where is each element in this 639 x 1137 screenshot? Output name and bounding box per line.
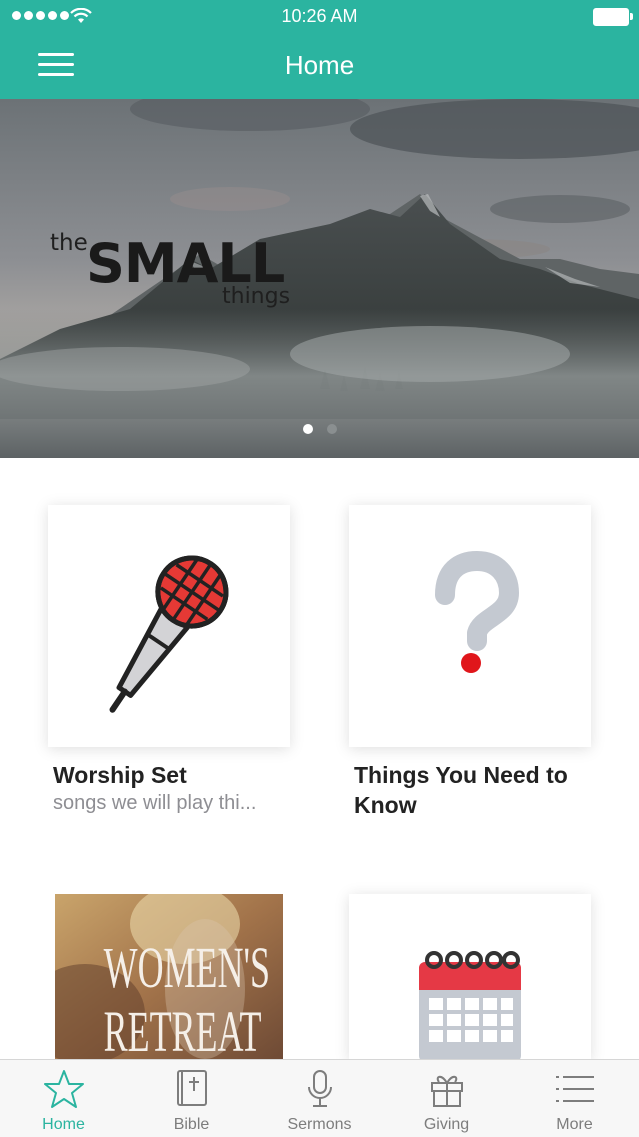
calendar-icon: [419, 951, 521, 1060]
star-icon: [44, 1070, 84, 1108]
tab-label: More: [556, 1116, 593, 1133]
logo-the-text: the: [50, 230, 88, 256]
list-icon: [556, 1076, 594, 1102]
tab-bible[interactable]: Bible: [128, 1060, 255, 1137]
gift-icon: [431, 1075, 463, 1107]
tab-giving[interactable]: Giving: [383, 1060, 510, 1137]
tab-sermons[interactable]: Sermons: [256, 1060, 383, 1137]
hero-banner[interactable]: the SMALL things: [0, 99, 639, 458]
card-thumbnail: [349, 505, 591, 747]
tab-label: Giving: [423, 1116, 470, 1133]
page-indicator[interactable]: [0, 424, 639, 434]
card-thumbnail: WOMEN'S RETREAT: [55, 894, 283, 1060]
battery-icon: [593, 8, 633, 26]
card-thumbnail: [349, 894, 591, 1060]
tab-home[interactable]: Home: [0, 1060, 127, 1137]
page-dot-2[interactable]: [326, 424, 337, 434]
tab-more[interactable]: More: [511, 1060, 638, 1137]
tab-label: Home: [42, 1116, 85, 1133]
tab-bar: Home Bible Sermons Giving More: [0, 1059, 639, 1137]
card-title: Things You Need to Know: [354, 762, 568, 818]
page-title: Home: [284, 50, 355, 80]
card-thumbnail: [48, 505, 290, 747]
status-time: 10:26 AM: [281, 6, 358, 26]
microphone-icon: [308, 1070, 332, 1107]
logo-things-text: things: [222, 284, 291, 309]
page-dot-1[interactable]: [302, 424, 313, 434]
question-mark-icon: [435, 551, 519, 673]
retreat-title-line1: WOMEN'S: [103, 935, 270, 1000]
bible-icon: [177, 1070, 207, 1106]
card-subtitle: songs we will play thi...: [53, 792, 257, 814]
tab-label: Bible: [173, 1116, 210, 1133]
microphone-icon: [109, 555, 229, 713]
tab-label: Sermons: [287, 1116, 352, 1133]
card-title: Worship Set: [53, 762, 187, 788]
navigation-bar: 10:26 AM Home: [0, 0, 639, 99]
retreat-title-line2: RETREAT: [103, 999, 262, 1061]
